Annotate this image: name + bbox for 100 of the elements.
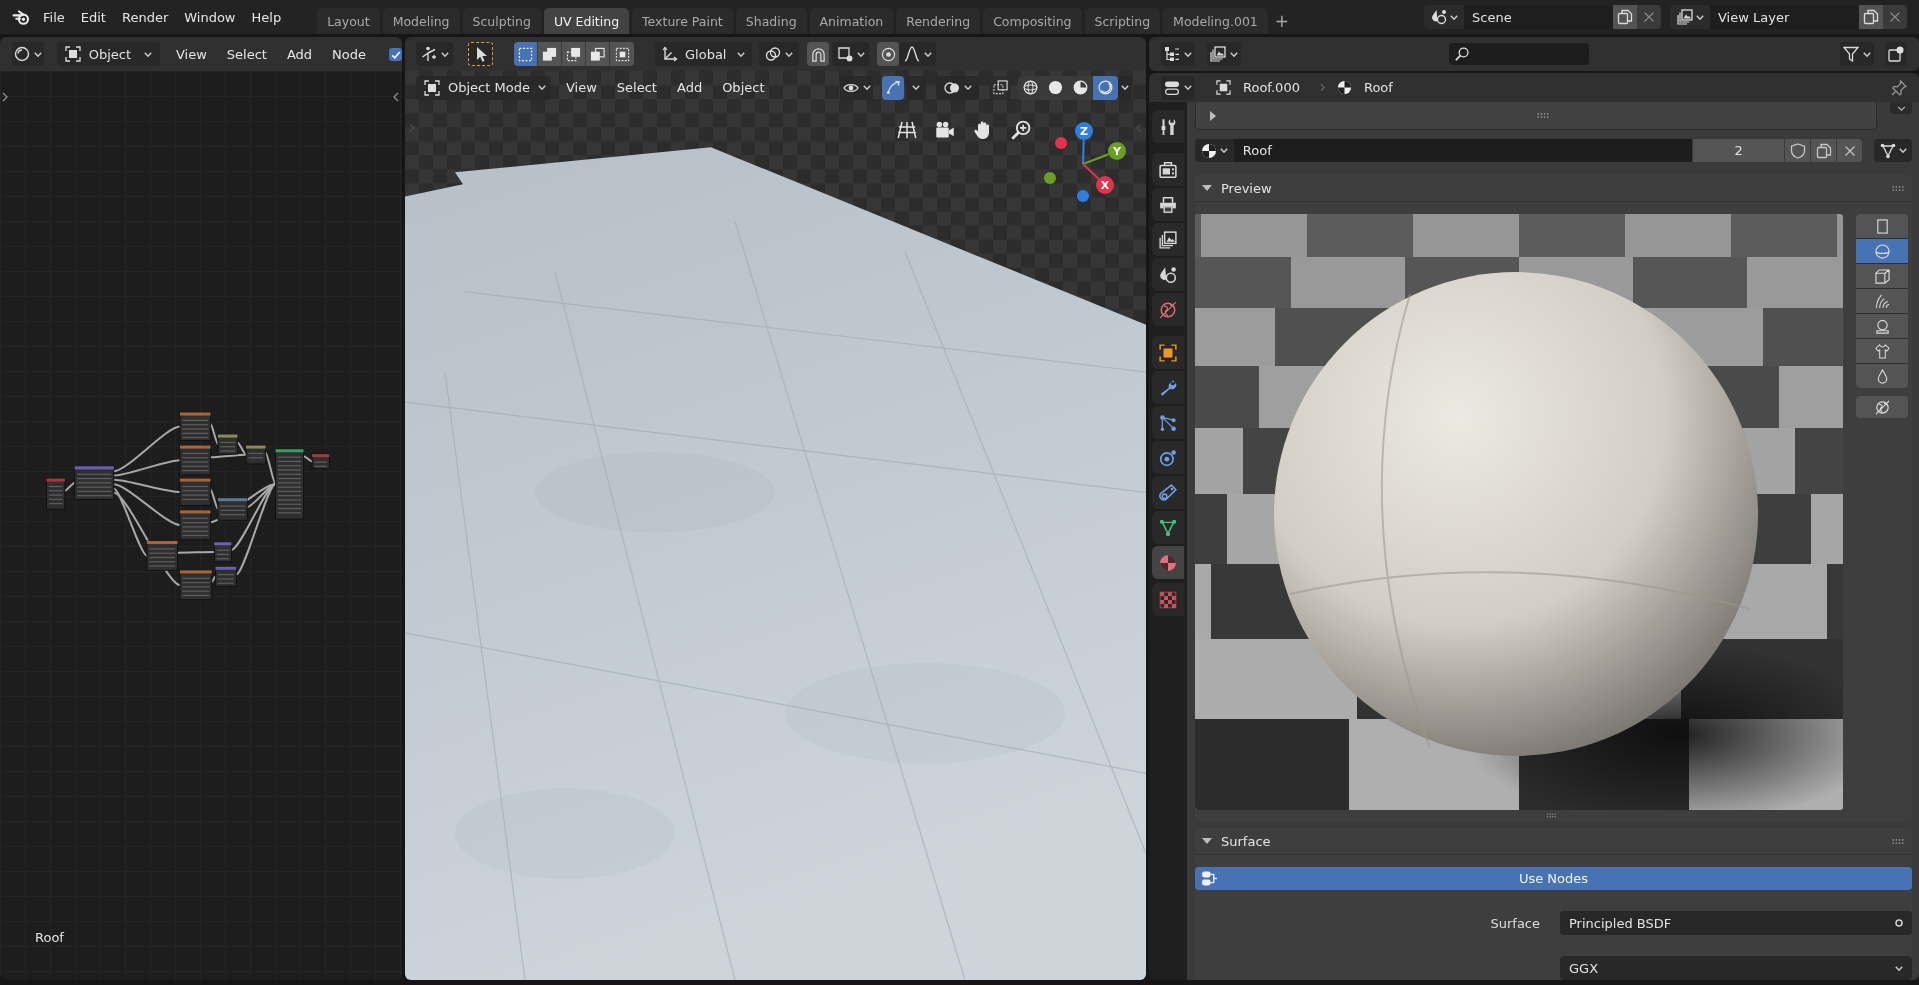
menu-item[interactable]: Object <box>712 75 775 100</box>
slot-menu-button[interactable] <box>1890 102 1912 114</box>
preview-shape-button[interactable] <box>1856 264 1908 288</box>
chevron-right-icon[interactable] <box>2 92 8 102</box>
scene-browse-button[interactable] <box>1424 5 1464 29</box>
shading-mode-button[interactable] <box>1068 75 1093 100</box>
workspace-tab[interactable]: Rendering <box>896 8 981 34</box>
view-layer-name-field[interactable]: View Layer <box>1710 5 1859 29</box>
menu-item[interactable]: Render <box>113 5 177 29</box>
drag-grip-icon[interactable] <box>1892 838 1904 844</box>
remove-view-layer-button[interactable] <box>1883 5 1907 29</box>
falloff-dropdown[interactable] <box>899 42 936 66</box>
shader-node[interactable] <box>74 465 115 500</box>
drag-grip-icon[interactable] <box>1892 185 1904 191</box>
snap-toggle[interactable] <box>807 42 829 66</box>
properties-tab[interactable] <box>1152 476 1184 509</box>
workspace-tab[interactable]: Modeling <box>382 8 460 34</box>
properties-tab[interactable] <box>1152 258 1184 291</box>
view-layer-browse-button[interactable] <box>1670 5 1710 29</box>
preview-shape-button[interactable] <box>1856 289 1908 313</box>
properties-tab[interactable] <box>1152 153 1184 186</box>
user-count-button[interactable]: 2 <box>1692 139 1785 162</box>
shading-mode-button[interactable] <box>1018 75 1043 100</box>
fake-user-button[interactable] <box>1785 139 1811 162</box>
visibility-dropdown[interactable] <box>840 75 873 100</box>
menu-item[interactable]: Select <box>216 42 277 66</box>
node-tree-button[interactable] <box>1874 139 1912 162</box>
node-link[interactable] <box>209 453 248 459</box>
editor-type-button[interactable] <box>1161 75 1195 100</box>
workspace-tab[interactable]: Scripting <box>1084 8 1161 34</box>
shader-node[interactable] <box>245 445 266 465</box>
unlink-material-button[interactable] <box>1837 139 1863 162</box>
menu-item[interactable]: File <box>35 5 73 29</box>
panel-header[interactable]: Surface <box>1195 828 1912 854</box>
pin-icon[interactable] <box>1891 79 1907 96</box>
shader-node[interactable] <box>215 566 237 587</box>
search-field[interactable] <box>1449 43 1589 65</box>
shader-node[interactable] <box>179 478 211 506</box>
orientation-dropdown[interactable]: Global <box>655 42 752 66</box>
properties-tab[interactable] <box>1152 511 1184 544</box>
workspace-tab[interactable]: UV Editing <box>543 8 630 34</box>
node-link[interactable] <box>112 478 181 494</box>
preview-shape-button[interactable] <box>1856 314 1908 338</box>
shader-node[interactable] <box>46 478 66 510</box>
shader-node[interactable] <box>179 510 211 541</box>
node-link[interactable] <box>176 551 216 554</box>
node-link[interactable] <box>112 483 181 527</box>
logo-icon[interactable] <box>12 8 30 26</box>
shader-node[interactable] <box>311 453 330 470</box>
node-link[interactable] <box>112 459 181 477</box>
preview-shape-button[interactable] <box>1856 214 1908 238</box>
shader-node[interactable] <box>179 445 211 476</box>
node-link[interactable] <box>112 425 181 473</box>
use-nodes-checkbox[interactable] <box>389 47 402 61</box>
mode-dropdown[interactable]: Object Mode <box>416 75 551 100</box>
editor-type-button[interactable] <box>12 42 44 66</box>
select-tool-button[interactable] <box>468 42 493 66</box>
workspace-tab[interactable]: Compositing <box>983 8 1082 34</box>
zoom-icon[interactable] <box>1011 120 1031 140</box>
new-collection-button[interactable] <box>1885 42 1907 66</box>
shader-node[interactable] <box>213 541 232 563</box>
xray-toggle[interactable] <box>989 75 1011 100</box>
preview-shape-button[interactable] <box>1856 339 1908 363</box>
distribution-dropdown[interactable]: GGX <box>1560 956 1912 980</box>
material-browse-button[interactable] <box>1195 139 1234 162</box>
properties-tab[interactable] <box>1152 223 1184 256</box>
scene-name-field[interactable]: Scene <box>1464 5 1613 29</box>
shading-options-dropdown[interactable] <box>1118 75 1132 100</box>
shader-node[interactable] <box>179 412 211 441</box>
gizmo-options-dropdown[interactable] <box>906 75 926 100</box>
preview-shape-button[interactable] <box>1856 239 1908 263</box>
menu-item[interactable]: View <box>165 42 217 66</box>
select-mode-button[interactable] <box>514 42 538 66</box>
shading-mode-button[interactable] <box>1093 75 1118 100</box>
overlays-dropdown[interactable] <box>936 75 979 100</box>
workspace-tab[interactable]: Texture Paint <box>632 8 733 34</box>
object-type-dropdown[interactable]: Object <box>56 42 160 66</box>
properties-tab[interactable] <box>1152 406 1184 439</box>
world-lighting-button[interactable] <box>1856 396 1908 418</box>
grid-icon[interactable] <box>897 120 917 140</box>
properties-tab[interactable] <box>1152 371 1184 404</box>
shader-node[interactable] <box>275 448 304 520</box>
properties-tab[interactable] <box>1152 293 1184 326</box>
panel-header[interactable]: Preview <box>1195 175 1912 201</box>
menu-item[interactable]: Edit <box>72 5 114 29</box>
add-workspace-button[interactable]: + <box>1270 8 1293 34</box>
shader-node[interactable] <box>146 540 178 571</box>
snap-target-dropdown[interactable] <box>832 42 869 66</box>
menu-item[interactable]: Window <box>176 5 244 29</box>
resize-grip-icon[interactable] <box>1547 813 1556 818</box>
remove-scene-button[interactable] <box>1637 5 1661 29</box>
video-camera-icon[interactable] <box>935 120 955 140</box>
preview-shape-button[interactable] <box>1856 364 1908 388</box>
filter-dropdown[interactable] <box>1840 42 1874 66</box>
menu-item[interactable]: View <box>556 75 607 100</box>
editor-type-button[interactable] <box>416 42 453 66</box>
editor-type-button[interactable] <box>1161 42 1195 66</box>
expand-triangle-icon[interactable] <box>1210 110 1216 121</box>
resize-grip-icon[interactable] <box>1537 113 1549 118</box>
properties-tab[interactable] <box>1152 110 1184 143</box>
